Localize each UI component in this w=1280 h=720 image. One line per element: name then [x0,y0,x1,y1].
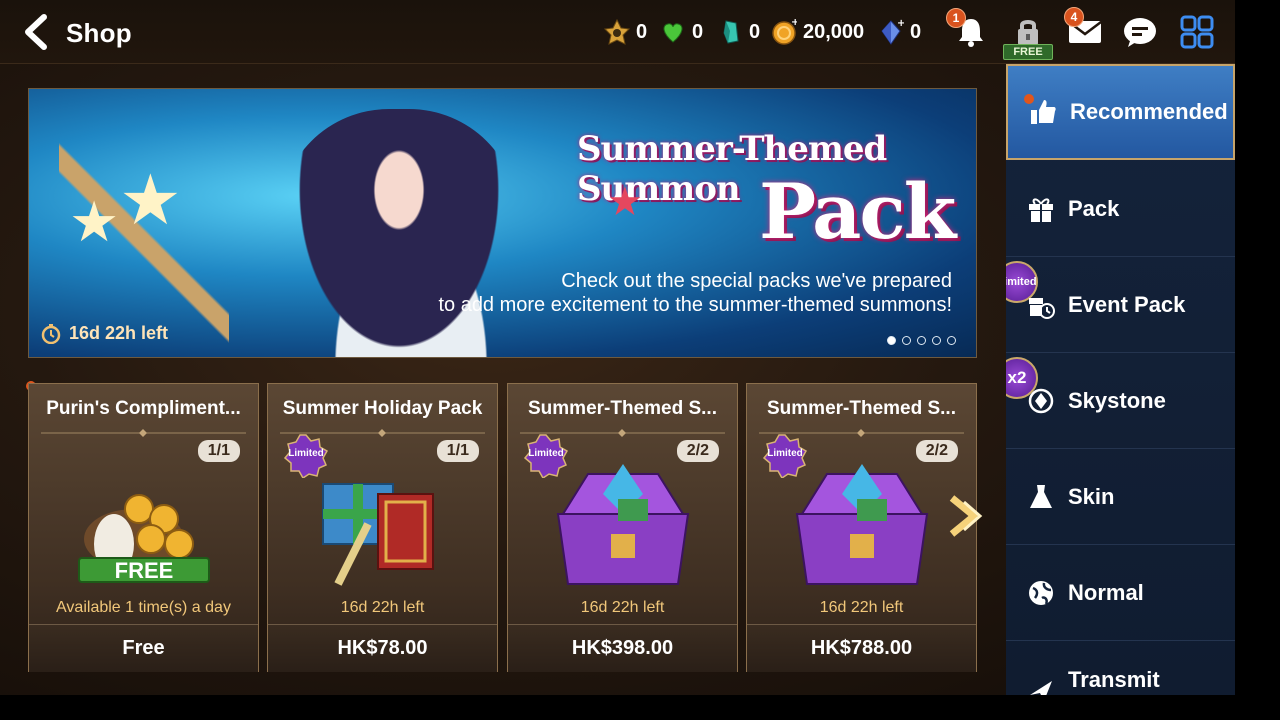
menu-item-label: Transmit [1068,667,1160,692]
starfish-icon: ★ [69,190,120,253]
gold-coin-icon: + [771,19,797,45]
stopwatch-icon [41,323,61,344]
molagora-crystal-icon [717,19,743,45]
starfish-icon: ★ [119,161,182,239]
banner-timer-text: 16d 22h left [69,323,169,343]
character-artwork [279,109,519,357]
menu-item-pack[interactable]: Pack [1006,161,1235,257]
shop-screen: Shop 0 0 0 + 20,000 + 0 1 FREE 4 ★ ★ Sum… [0,0,1235,695]
menu-item-recommended[interactable]: Recommended [1006,64,1235,160]
category-menu: Recommended Pack Limited Event Pack x2 S… [1006,64,1235,695]
card-price-button[interactable]: HK$398.00 [508,624,737,672]
banner-timer: 16d 22h left [41,323,168,344]
notification-badge: 1 [946,8,966,28]
friendship-heart-icon [660,19,686,45]
currency-molagora[interactable]: 0 [717,18,760,46]
menu-item-normal[interactable]: Normal [1006,545,1235,641]
back-arrow-icon[interactable] [18,12,54,52]
pagination-dot[interactable] [887,336,896,345]
currency-value: 0 [910,20,922,43]
skystone-icon: + [878,19,904,45]
chat-icon[interactable] [1121,14,1159,50]
card-title: Summer-Themed S... [528,398,717,419]
card-note: Available 1 time(s) a day [56,599,231,616]
menu-item-skin[interactable]: Skin [1006,449,1235,545]
menu-item-transmit[interactable]: Transmit [1006,641,1235,695]
currency-value: 0 [636,20,648,43]
treasure-chest-icon [787,454,937,594]
thumbs-up-icon [1028,97,1058,127]
product-card[interactable]: Summer Holiday Pack 1/1 Limited 16d 22h … [267,383,498,672]
treasure-chest-icon [548,454,698,594]
currency-value: 0 [749,20,761,43]
currency-gold[interactable]: + 20,000 [771,18,864,46]
featured-banner[interactable]: ★ ★ Summer-Themed Summon Pack ★ Check ou… [28,88,977,358]
card-title: Summer Holiday Pack [282,398,483,419]
card-price-button[interactable]: HK$78.00 [268,624,497,672]
menu-item-label: Event Pack [1068,291,1186,317]
product-card[interactable]: Summer-Themed S... 2/2 Limited 16d 22h l… [507,383,738,672]
card-price-button[interactable]: HK$788.00 [747,624,976,672]
top-bar: Shop 0 0 0 + 20,000 + 0 1 FREE 4 [0,0,1235,64]
currency-value: 20,000 [803,20,865,43]
mystic-medal-icon [604,19,630,45]
card-title: Summer-Themed S... [767,398,956,419]
banner-title-big: Pack [759,167,956,256]
pagination-dot[interactable] [932,336,941,345]
globe-icon [1026,578,1056,608]
menu-item-skystone[interactable]: x2 Skystone [1006,353,1235,449]
product-card[interactable]: Purin's Compliment... 1/1 FREE Available… [28,383,259,672]
svg-text:+: + [791,19,797,28]
gift-icon [1026,194,1056,224]
product-card[interactable]: Summer-Themed S... 2/2 Limited 16d 22h l… [746,383,977,672]
currency-skystone[interactable]: + 0 [878,18,921,46]
currency-mystic-medal[interactable]: 0 [604,18,647,46]
banner-description: Check out the special packs we've prepar… [432,269,952,317]
divider-ornament [41,429,246,437]
pagination-dot[interactable] [947,336,956,345]
gift-box-icon [308,454,458,594]
card-note: 16d 22h left [819,599,904,616]
event-gift-icon [1026,290,1056,320]
card-title: Purin's Compliment... [46,398,241,419]
menu-item-label: Pack [1068,195,1120,221]
screen-edge [1235,0,1280,720]
free-tag: FREE [1003,44,1053,60]
banner-description-line: Check out the special packs we've prepar… [561,270,952,292]
card-price-button[interactable]: Free [29,624,258,672]
menu-item-event-pack[interactable]: Limited Event Pack [1006,257,1235,353]
menu-item-label: Normal [1068,579,1144,605]
starfish-icon: ★ [607,180,643,224]
card-note: 16d 22h left [340,599,425,616]
dress-icon [1026,482,1056,512]
mail-badge: 4 [1064,7,1084,27]
card-note: 16d 22h left [580,599,665,616]
banner-pagination[interactable] [887,336,956,345]
currency-value: 0 [692,20,704,43]
menu-item-label: Recommended [1070,99,1228,124]
transmit-icon [1026,675,1056,695]
grid-menu-icon[interactable] [1178,14,1216,50]
svg-text:+: + [897,19,904,29]
screen-edge [0,695,1280,720]
menu-item-label: Skin [1068,483,1115,509]
banner-description-line: to add more excitement to the summer-the… [438,294,952,316]
page-title: Shop [66,18,132,48]
menu-item-label: Skystone [1068,387,1166,413]
pagination-dot[interactable] [917,336,926,345]
next-arrow-icon[interactable] [944,492,988,540]
currency-friendship[interactable]: 0 [660,18,703,46]
free-label: FREE [114,558,174,583]
skystone-icon [1026,386,1056,416]
pagination-dot[interactable] [902,336,911,345]
